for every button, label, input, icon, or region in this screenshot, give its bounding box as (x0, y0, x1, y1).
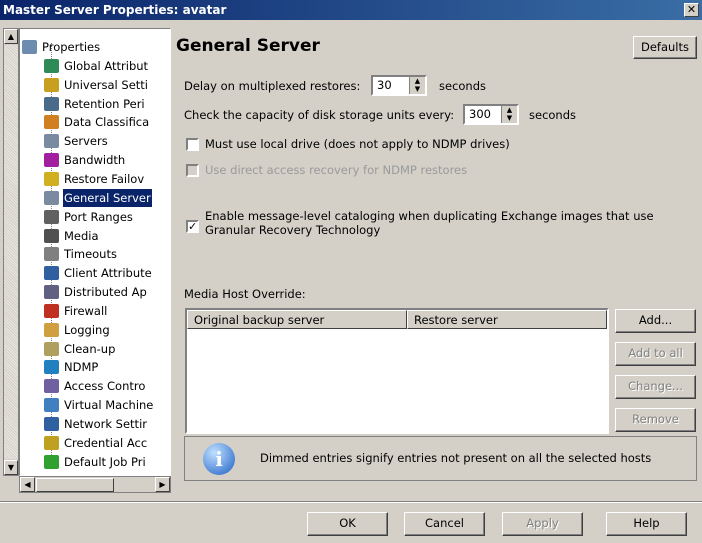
cancel-button[interactable]: Cancel (404, 512, 485, 536)
scroll-thumb[interactable] (36, 478, 114, 492)
close-icon[interactable]: ✕ (684, 3, 699, 17)
info-text: Dimmed entries signify entries not prese… (260, 451, 652, 465)
change-button: Change... (615, 375, 696, 399)
scroll-right-icon[interactable]: ▶ (155, 477, 170, 492)
cleanup-icon (44, 341, 59, 356)
media-icon (44, 228, 59, 243)
ndmp-icon (44, 360, 59, 375)
tree-vertical-scrollbar[interactable]: ▲ ▼ (3, 28, 19, 476)
scroll-left-icon[interactable]: ◀ (20, 477, 35, 492)
local-drive-label: Must use local drive (does not apply to … (205, 137, 510, 151)
capacity-value[interactable]: 300 (469, 107, 491, 121)
defaults-button[interactable]: Defaults (633, 36, 697, 59)
tree-item-label: Properties (42, 40, 101, 54)
column-original-server[interactable]: Original backup server (187, 310, 407, 329)
credential-access-icon (44, 435, 59, 450)
delay-value[interactable]: 30 (377, 78, 392, 92)
tree-item-label: Global Attribut (64, 58, 149, 73)
tree-item-label: Timeouts (64, 247, 117, 262)
tree-item-label: Media (64, 228, 99, 243)
catalog-label-line1: Enable message-level cataloging when dup… (205, 209, 654, 223)
tree-item-label: Credential Acc (64, 435, 148, 450)
data-classification-icon (44, 115, 59, 130)
properties-icon (22, 40, 37, 54)
tree-item-label: Clean-up (64, 341, 116, 356)
logging-icon (44, 322, 59, 337)
scroll-down-icon[interactable]: ▼ (4, 460, 18, 475)
distributed-app-icon (44, 285, 59, 300)
window-title: Master Server Properties: avatar (3, 3, 227, 17)
tree-item-label: Distributed Ap (64, 285, 147, 300)
catalog-checkbox[interactable]: ✓ (186, 220, 199, 233)
scroll-track[interactable] (4, 45, 18, 459)
tree-item-label: Retention Peri (64, 96, 145, 111)
tree-item-label: Firewall (64, 303, 108, 318)
tree-item-label: Network Settir (64, 417, 147, 431)
universal-settings-icon (44, 77, 59, 92)
restore-failover-icon (44, 171, 59, 186)
scroll-up-icon[interactable]: ▲ (4, 29, 18, 44)
local-drive-checkbox[interactable] (186, 138, 199, 151)
tree-item-label: Client Attribute (64, 266, 152, 281)
remove-button: Remove (615, 408, 696, 432)
tree-item-label: Access Contro (64, 379, 146, 394)
info-icon: i (203, 443, 235, 475)
tree-item-label: General Server (63, 188, 152, 207)
apply-button: Apply (502, 512, 583, 536)
delay-label: Delay on multiplexed restores: (184, 79, 361, 93)
tree-item-label: Default Job Pri (64, 454, 146, 469)
properties-tree: Properties Global Attribut Universal Setti… (19, 28, 171, 476)
tree-item-label: Virtual Machine (64, 398, 154, 413)
tree-item-label: Bandwidth (64, 153, 126, 168)
bandwidth-icon (44, 153, 59, 168)
retention-icon (44, 96, 59, 111)
delay-stepper[interactable]: 30 ▲ ▼ (371, 75, 427, 96)
delay-unit: seconds (439, 79, 487, 93)
network-settings-icon (44, 417, 59, 431)
media-host-label: Media Host Override: (184, 287, 306, 301)
direct-access-label: Use direct access recovery for NDMP rest… (205, 163, 468, 177)
tree-item-label: NDMP (64, 360, 99, 375)
access-control-icon (44, 379, 59, 394)
tree-item-label: Data Classifica (64, 115, 150, 130)
ok-button[interactable]: OK (307, 512, 388, 536)
spin-arrows-icon[interactable]: ▲ ▼ (409, 77, 425, 94)
add-button[interactable]: Add... (615, 309, 696, 333)
firewall-icon (44, 303, 59, 318)
capacity-label: Check the capacity of disk storage units… (184, 108, 455, 122)
column-restore-server[interactable]: Restore server (407, 310, 607, 329)
tree-horizontal-scrollbar[interactable]: ◀ ▶ (19, 476, 171, 493)
capacity-stepper[interactable]: 300 ▲ ▼ (463, 104, 519, 125)
info-panel: i Dimmed entries signify entries not pre… (184, 436, 697, 481)
tree-item-label: Restore Failov (64, 171, 145, 186)
help-button[interactable]: Help (606, 512, 687, 536)
add-to-all-button: Add to all (615, 342, 696, 366)
general-server-icon (44, 190, 59, 205)
tree-item-label: Port Ranges (64, 209, 133, 224)
client-attributes-icon (44, 266, 59, 281)
globe-icon (44, 58, 59, 73)
catalog-label-line2: Granular Recovery Technology (205, 223, 381, 237)
default-job-priority-icon (44, 454, 59, 469)
virtual-machine-icon (44, 398, 59, 413)
footer-separator (0, 501, 702, 503)
media-host-table[interactable]: Original backup server Restore server (185, 308, 609, 434)
tree-item-label: Universal Setti (64, 77, 148, 92)
tree-item-label: Servers (64, 134, 108, 149)
port-ranges-icon (44, 209, 59, 224)
tree-item-label: Logging (64, 322, 110, 337)
servers-icon (44, 134, 59, 149)
timeouts-icon (44, 247, 59, 262)
title-bar: Master Server Properties: avatar ✕ (0, 0, 702, 20)
page-title: General Server (176, 36, 320, 56)
direct-access-checkbox (186, 164, 199, 177)
capacity-unit: seconds (529, 108, 577, 122)
properties-window: Master Server Properties: avatar ✕ ▲ ▼ P… (0, 0, 702, 543)
spin-arrows-icon[interactable]: ▲ ▼ (501, 106, 517, 123)
